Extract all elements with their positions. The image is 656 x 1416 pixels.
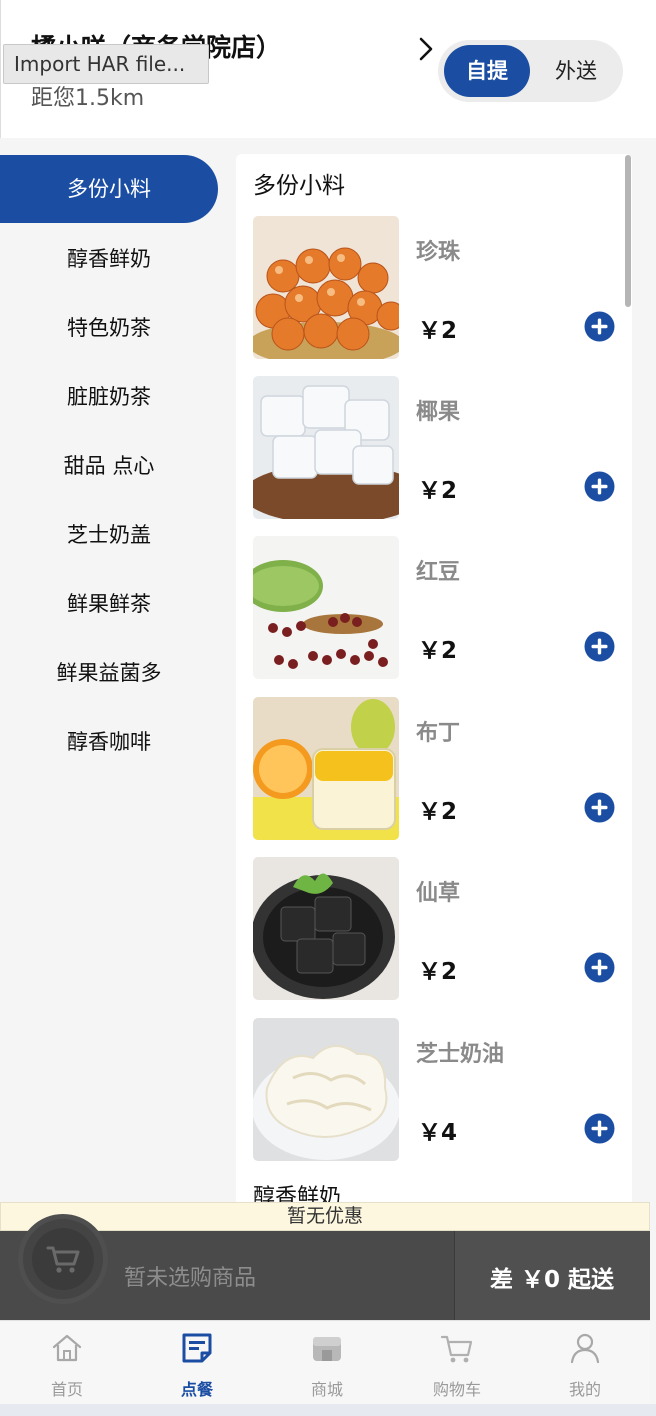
store-distance: 距您1.5km bbox=[31, 86, 145, 111]
tab-label: 我的 bbox=[568, 1380, 601, 1399]
tab-order[interactable]: 点餐 bbox=[132, 1321, 262, 1405]
chevron-right-icon[interactable] bbox=[415, 36, 437, 62]
product-item[interactable]: 珍珠 ￥2 bbox=[253, 216, 632, 360]
tab-label: 点餐 bbox=[180, 1380, 213, 1399]
cart-button-inner bbox=[32, 1228, 94, 1290]
category-item[interactable]: 甜品 点心 bbox=[0, 432, 218, 500]
bottom-tab-bar: 首页 点餐 商城 购物车 我的 bbox=[0, 1320, 650, 1404]
scrollbar[interactable] bbox=[625, 155, 631, 307]
product-image bbox=[253, 536, 399, 679]
product-name: 椰果 bbox=[416, 400, 461, 425]
add-to-cart-icon[interactable] bbox=[584, 792, 615, 823]
cart-icon bbox=[46, 1246, 80, 1273]
category-sidebar: 多份小料 醇香鲜奶 特色奶茶 脏脏奶茶 甜品 点心 芝士奶盖 鲜果鲜茶 鲜果益菌… bbox=[0, 138, 233, 1200]
bottom-strip bbox=[0, 1404, 656, 1416]
product-price: ￥2 bbox=[418, 478, 458, 504]
product-image bbox=[253, 697, 399, 840]
product-price: ￥2 bbox=[418, 638, 458, 664]
product-name: 布丁 bbox=[416, 721, 461, 746]
order-icon bbox=[182, 1333, 212, 1363]
product-image bbox=[253, 376, 399, 519]
add-to-cart-icon[interactable] bbox=[584, 311, 615, 342]
add-to-cart-icon[interactable] bbox=[584, 471, 615, 502]
page: 橘小咩（商务学院店） 距您1.5km Import HAR file... 自提… bbox=[0, 0, 656, 1416]
product-price: ￥4 bbox=[418, 1120, 458, 1146]
min-order-label[interactable]: 差 ￥0 起送 bbox=[454, 1260, 650, 1294]
next-section-title: 醇香鲜奶 bbox=[253, 1185, 342, 1204]
pickup-mode-button[interactable]: 自提 bbox=[444, 45, 530, 97]
promo-banner: 暂无优惠 bbox=[0, 1202, 650, 1231]
product-item[interactable]: 仙草 ￥2 bbox=[253, 857, 632, 1001]
tab-label: 商城 bbox=[310, 1380, 343, 1399]
category-item[interactable]: 多份小料 bbox=[0, 155, 218, 223]
product-image bbox=[253, 1018, 399, 1161]
tab-home[interactable]: 首页 bbox=[2, 1321, 132, 1405]
tab-label: 购物车 bbox=[432, 1380, 481, 1399]
product-name: 芝士奶油 bbox=[416, 1042, 505, 1067]
category-item[interactable]: 芝士奶盖 bbox=[0, 501, 218, 569]
category-item[interactable]: 鲜果益菌多 bbox=[0, 639, 218, 707]
tab-label: 首页 bbox=[50, 1380, 83, 1399]
har-import-tooltip[interactable]: Import HAR file... bbox=[3, 44, 209, 84]
product-list: 多份小料 珍珠 ￥2 椰果 ￥2 红豆 ￥2 布丁 ￥2 仙草 ￥2 芝士奶油 … bbox=[236, 154, 632, 1204]
add-to-cart-icon[interactable] bbox=[584, 1113, 615, 1144]
product-name: 红豆 bbox=[416, 560, 461, 585]
product-item[interactable]: 布丁 ￥2 bbox=[253, 697, 632, 841]
home-icon bbox=[52, 1334, 82, 1362]
store-header: 橘小咩（商务学院店） 距您1.5km Import HAR file... 自提… bbox=[0, 0, 656, 138]
tab-profile[interactable]: 我的 bbox=[520, 1321, 650, 1405]
tab-cart[interactable]: 购物车 bbox=[392, 1321, 522, 1405]
product-image bbox=[253, 857, 399, 1000]
category-item[interactable]: 鲜果鲜茶 bbox=[0, 570, 218, 638]
cart-empty-text: 暂未选购商品 bbox=[124, 1266, 257, 1291]
product-name: 珍珠 bbox=[416, 240, 461, 265]
add-to-cart-icon[interactable] bbox=[584, 631, 615, 662]
product-image bbox=[253, 216, 399, 359]
cart-icon bbox=[440, 1335, 473, 1363]
category-item[interactable]: 醇香咖啡 bbox=[0, 708, 218, 776]
cart-button[interactable] bbox=[18, 1214, 108, 1304]
product-price: ￥2 bbox=[418, 318, 458, 344]
product-item[interactable]: 红豆 ￥2 bbox=[253, 536, 632, 680]
product-item[interactable]: 椰果 ￥2 bbox=[253, 376, 632, 520]
category-item[interactable]: 脏脏奶茶 bbox=[0, 363, 218, 431]
delivery-mode-button[interactable]: 外送 bbox=[534, 45, 618, 97]
add-to-cart-icon[interactable] bbox=[584, 952, 615, 983]
profile-icon bbox=[570, 1333, 600, 1364]
order-mode-toggle: 自提 外送 bbox=[438, 40, 623, 102]
category-item[interactable]: 特色奶茶 bbox=[0, 294, 218, 362]
shop-icon bbox=[313, 1337, 341, 1361]
category-item[interactable]: 醇香鲜奶 bbox=[0, 225, 218, 293]
product-name: 仙草 bbox=[416, 881, 461, 906]
product-price: ￥2 bbox=[418, 959, 458, 985]
product-item[interactable]: 芝士奶油 ￥4 bbox=[253, 1018, 632, 1162]
section-title: 多份小料 bbox=[253, 173, 345, 199]
product-price: ￥2 bbox=[418, 799, 458, 825]
tab-shop[interactable]: 商城 bbox=[262, 1321, 392, 1405]
